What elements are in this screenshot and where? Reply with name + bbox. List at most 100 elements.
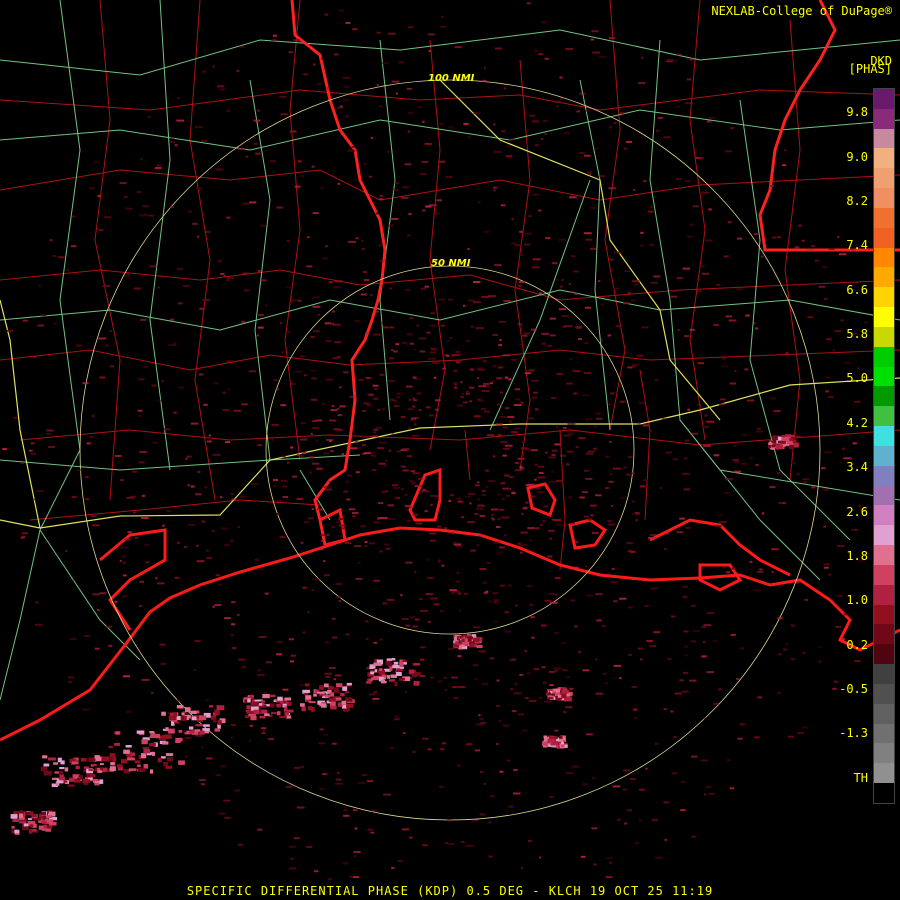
radar-gate (280, 113, 288, 116)
radar-gate (515, 398, 521, 401)
radar-cell-gate (285, 701, 289, 704)
radar-gate (548, 593, 555, 595)
radar-gate (569, 687, 574, 690)
radar-cell-gate (341, 700, 347, 705)
radar-gate (338, 600, 341, 603)
radar-gate (244, 289, 250, 292)
radar-gate (320, 186, 324, 189)
colorbar-segment (874, 406, 894, 427)
radar-gate (594, 147, 599, 150)
radar-gate (273, 379, 278, 382)
radar-gate (665, 451, 672, 454)
radar-cell-gate (88, 757, 96, 762)
radar-gate (389, 398, 395, 401)
radar-gate (757, 570, 764, 573)
radar-cell-gate (109, 753, 116, 757)
radar-gate (170, 318, 175, 321)
radar-gate (646, 640, 653, 642)
radar-gate (421, 737, 429, 740)
radar-gate (614, 251, 622, 254)
radar-gate (623, 302, 629, 305)
radar-gate (555, 479, 563, 482)
radar-gate (663, 801, 669, 804)
radar-gate (236, 70, 240, 72)
radar-gate (372, 431, 376, 434)
radar-gate (389, 326, 394, 329)
radar-gate (493, 186, 498, 189)
radar-gate (591, 827, 598, 830)
radar-gate (434, 399, 441, 402)
radar-gate (447, 126, 455, 129)
radar-gate (567, 422, 576, 425)
radar-gate (538, 472, 544, 474)
radar-gate (150, 691, 154, 694)
radar-gate (493, 599, 500, 602)
radar-gate (449, 337, 452, 340)
radar-gate (429, 351, 436, 354)
radar-gate (619, 597, 627, 600)
radar-gate (396, 450, 401, 453)
radar-cell-gate (137, 764, 141, 767)
radar-gate (273, 479, 279, 481)
radar-gate (322, 773, 328, 776)
radar-gate (194, 640, 201, 642)
radar-gate (613, 664, 621, 667)
radar-gate (684, 654, 689, 657)
radar-gate (543, 505, 549, 508)
radar-gate (433, 603, 440, 606)
radar-gate (589, 206, 597, 209)
radar-gate (473, 664, 479, 667)
radar-gate (220, 272, 225, 275)
radar-cell-gate (121, 759, 128, 764)
radar-gate (215, 168, 224, 171)
radar-gate (139, 450, 147, 453)
colorbar-segment (874, 683, 894, 704)
radar-gate (777, 691, 781, 694)
radar-gate (122, 555, 126, 558)
radar-gate (547, 555, 553, 558)
radar-cell-gate (386, 658, 392, 661)
radar-gate (255, 152, 261, 155)
radar-gate (455, 350, 461, 353)
radar-gate (76, 468, 82, 471)
colorbar-segment (874, 386, 894, 407)
radar-gate (582, 394, 589, 397)
radar-cell-gate (143, 749, 151, 754)
radar-cell-gate (394, 681, 398, 687)
radar-cell-gate (151, 751, 155, 756)
radar-gate (690, 58, 694, 61)
radar-gate (703, 444, 711, 447)
radar-gate (327, 480, 330, 483)
radar-gate (728, 319, 737, 322)
radar-gate (421, 160, 429, 163)
radar-gate (358, 782, 365, 784)
radar-gate (671, 615, 676, 618)
radar-cell-gate (399, 678, 403, 682)
radar-gate (626, 809, 633, 812)
radar-gate (566, 463, 570, 466)
radar-gate (378, 198, 384, 201)
radar-gate (432, 361, 440, 364)
radar-gate (363, 452, 371, 455)
radar-gate (288, 51, 293, 54)
colorbar-tick-label: 5.8 (846, 327, 868, 341)
radar-cell-gate (168, 715, 177, 721)
radar-gate (579, 496, 585, 499)
radar-gate (136, 191, 142, 194)
radar-gate (814, 259, 819, 262)
radar-cell-gate (188, 726, 194, 730)
radar-gate (156, 582, 165, 585)
radar-gate (739, 647, 744, 650)
radar-gate (456, 580, 461, 583)
radar-gate (560, 97, 565, 100)
colorbar-segment (874, 584, 894, 605)
radar-gate (394, 715, 399, 718)
radar-cell-gate (11, 829, 15, 834)
radar-cell-gate (202, 728, 210, 732)
radar-gate (360, 239, 364, 242)
radar-gate (449, 589, 458, 592)
radar-gate (704, 414, 708, 417)
radar-gate (473, 112, 480, 115)
radar-gate (364, 544, 368, 547)
radar-gate (174, 576, 180, 579)
